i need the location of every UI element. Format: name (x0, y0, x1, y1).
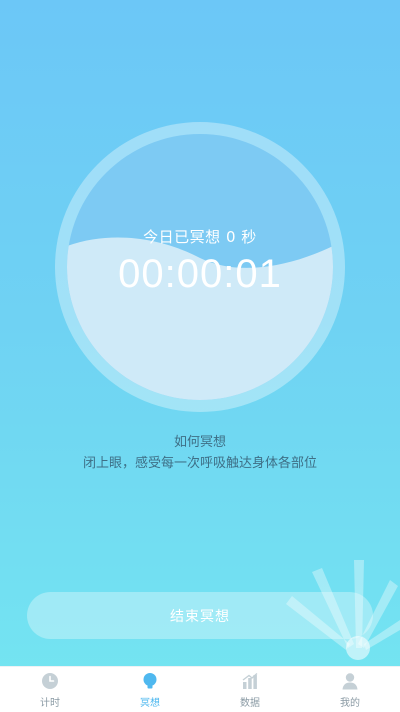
elapsed-timer: 00:00:01 (118, 252, 282, 296)
today-unit: 秒 (241, 228, 257, 246)
tab-meditate[interactable]: 冥想 (100, 667, 200, 712)
tab-data[interactable]: 数据 (200, 667, 300, 712)
end-meditation-button[interactable]: 结束冥想 (27, 592, 373, 639)
tab-label: 我的 (340, 698, 360, 709)
tab-label: 冥想 (140, 698, 160, 709)
meditation-screen: 今日已冥想 0 秒 00:00:01 如何冥想 闭上眼，感受每一次呼吸触达身体各… (0, 0, 400, 666)
bulb-icon (141, 672, 159, 690)
today-meditated: 今日已冥想 0 秒 (67, 226, 333, 247)
guide-title: 如何冥想 (173, 435, 226, 450)
clock-icon (41, 672, 59, 690)
tab-mine[interactable]: 我的 (300, 667, 400, 712)
bar-chart-icon (241, 672, 259, 690)
tab-timer[interactable]: 计时 (0, 667, 100, 712)
guide-description: 闭上眼，感受每一次呼吸触达身体各部位 (82, 456, 317, 471)
tab-label: 数据 (240, 698, 260, 709)
tab-label: 计时 (40, 698, 60, 709)
bottom-tab-bar: 计时 冥想 数据 我的 (0, 666, 400, 712)
user-icon (341, 672, 359, 690)
today-prefix: 今日已冥想 (143, 228, 221, 246)
today-value: 0 (225, 228, 237, 246)
